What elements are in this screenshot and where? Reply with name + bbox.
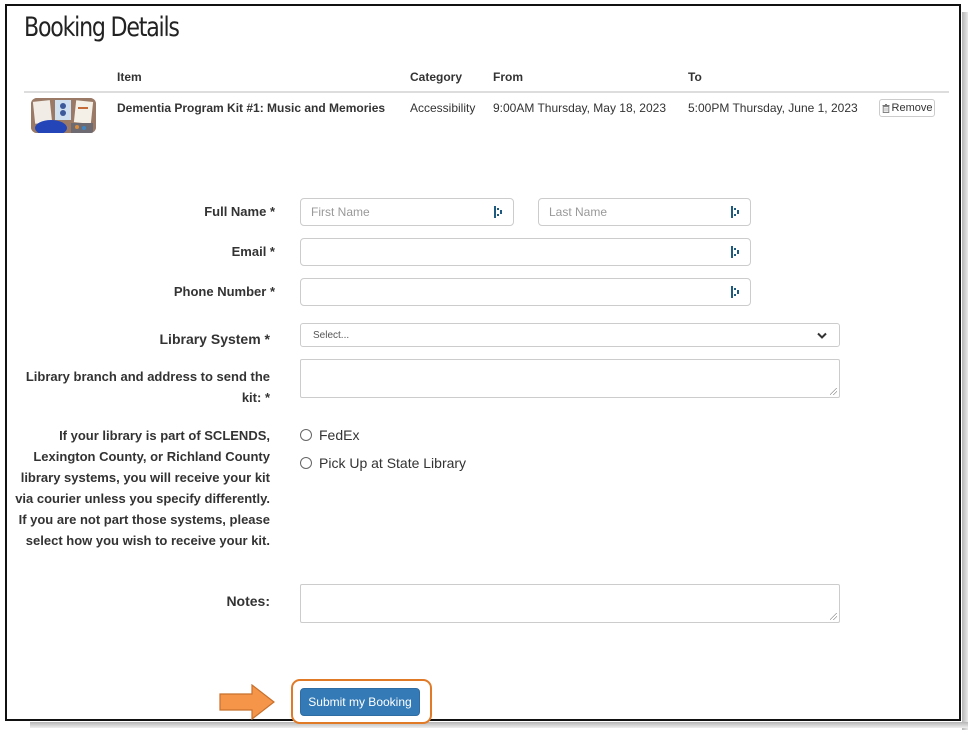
delivery-option-label: FedEx xyxy=(319,427,360,443)
password-manager-icon[interactable] xyxy=(494,206,503,218)
first-name-placeholder: First Name xyxy=(311,205,370,219)
password-manager-icon[interactable] xyxy=(731,246,740,258)
trash-icon xyxy=(882,103,890,113)
frame-shadow-right xyxy=(962,12,968,730)
item-category: Accessibility xyxy=(410,101,476,115)
last-name-placeholder: Last Name xyxy=(549,205,608,219)
item-from-date: 9:00AM Thursday, May 18, 2023 xyxy=(493,101,666,115)
item-name: Dementia Program Kit #1: Music and Memor… xyxy=(117,101,386,115)
submit-booking-button[interactable]: Submit my Booking xyxy=(300,688,420,716)
email-input[interactable] xyxy=(300,238,751,266)
delivery-instructions-label: If your library is part of SCLENDS, Lexi… xyxy=(15,428,270,548)
right-arrow-icon xyxy=(219,684,275,720)
column-header-from: From xyxy=(493,70,523,84)
column-header-to: To xyxy=(688,70,702,84)
item-to-date: 5:00PM Thursday, June 1, 2023 xyxy=(688,101,858,115)
column-header-item: Item xyxy=(117,70,142,84)
email-label: Email * xyxy=(231,244,275,259)
resize-grip-icon[interactable] xyxy=(830,388,837,395)
branch-address-textarea[interactable] xyxy=(300,359,840,398)
delivery-option-fedex[interactable]: FedEx xyxy=(300,427,359,443)
password-manager-icon[interactable] xyxy=(731,206,740,218)
password-manager-icon[interactable] xyxy=(731,286,740,298)
table-divider xyxy=(24,91,949,93)
phone-label: Phone Number * xyxy=(173,284,275,299)
remove-label: Remove xyxy=(891,102,933,114)
kit-thumbnail xyxy=(31,98,96,133)
delivery-option-label: Pick Up at State Library xyxy=(319,455,467,471)
full-name-label: Full Name * xyxy=(204,204,275,219)
resize-grip-icon[interactable] xyxy=(830,613,837,620)
remove-button[interactable]: Remove xyxy=(879,99,935,117)
delivery-option-pickup[interactable]: Pick Up at State Library xyxy=(300,455,466,471)
branch-address-label: Library branch and address to send the k… xyxy=(25,369,270,405)
library-system-selected: Select... xyxy=(313,329,350,341)
column-header-category: Category xyxy=(410,70,463,84)
last-name-input[interactable]: Last Name xyxy=(538,198,751,226)
frame-shadow-bottom xyxy=(30,722,968,728)
radio-button[interactable] xyxy=(300,457,312,469)
library-system-label: Library System * xyxy=(159,331,271,347)
page-title: Booking Details xyxy=(24,12,180,43)
first-name-input[interactable]: First Name xyxy=(300,198,514,226)
library-system-select[interactable]: Select... xyxy=(300,323,840,347)
radio-button[interactable] xyxy=(300,429,312,441)
phone-input[interactable] xyxy=(300,278,751,306)
chevron-down-icon xyxy=(817,332,827,339)
notes-label: Notes: xyxy=(226,593,270,609)
notes-textarea[interactable] xyxy=(300,584,840,623)
